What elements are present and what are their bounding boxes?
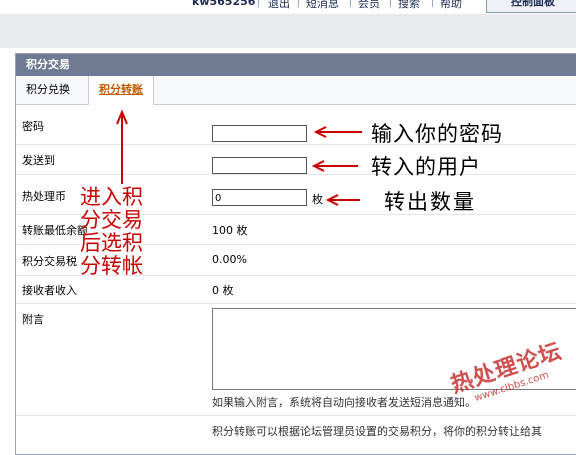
nav-separator [298, 0, 299, 7]
receiver-income-value: 0 枚 [212, 284, 234, 297]
panel-title: 积分交易 [16, 54, 576, 76]
messages-link[interactable]: 短消息 [306, 0, 339, 11]
send-to-input[interactable] [212, 157, 307, 174]
tax-label: 积分交易税 [22, 255, 77, 268]
annotation-line: 后选积 [80, 231, 143, 255]
nav-separator [432, 0, 433, 7]
nav-separator [390, 0, 391, 7]
tab-credit-transfer[interactable]: 积分转账 [88, 76, 154, 105]
annotation-navigate: 进入积 分交易 后选积 分转帐 [80, 186, 143, 278]
nav-separator [350, 0, 351, 7]
currency-label: 热处理币 [22, 190, 66, 203]
min-balance-label: 转账最低余额 [22, 224, 88, 237]
members-link[interactable]: 会员 [358, 0, 380, 11]
username-link[interactable]: kw565256 [192, 0, 255, 8]
currency-amount-input[interactable]: 0 [212, 189, 307, 206]
transfer-description: 积分转账可以根据论坛管理员设置的交易积分，将你的积分转让给其 [212, 425, 542, 438]
annotation-amount: 转出数量 [384, 190, 476, 214]
page-gap [0, 14, 576, 48]
send-to-row: 发送到 [16, 144, 576, 175]
search-link[interactable]: 搜索 [398, 0, 420, 11]
logout-link[interactable]: 退出 [268, 0, 290, 11]
nav-separator [258, 0, 259, 7]
control-panel-button[interactable]: 控制面板 [486, 0, 576, 13]
help-link[interactable]: 帮助 [440, 0, 462, 11]
message-hint: 如果输入附言，系统将自动向接收者发送短消息通知。 [212, 396, 476, 409]
message-label: 附言 [22, 313, 44, 326]
tax-value: 0.00% [212, 253, 247, 266]
receiver-income-row: 接收者收入 0 枚 [16, 275, 576, 304]
send-to-label: 发送到 [22, 154, 55, 167]
tab-credit-exchange[interactable]: 积分兑换 [16, 76, 80, 104]
password-label: 密码 [22, 120, 44, 133]
currency-unit: 枚 [312, 193, 323, 206]
annotation-line: 分转帐 [80, 254, 143, 278]
annotation-password: 输入你的密码 [371, 122, 503, 146]
min-balance-value: 100 枚 [212, 224, 248, 237]
annotation-line: 进入积 [80, 185, 143, 209]
annotation-user: 转入的用户 [371, 155, 481, 179]
receiver-income-label: 接收者收入 [22, 284, 77, 297]
annotation-line: 分交易 [80, 208, 143, 232]
top-nav-bar: kw565256 退出 短消息 会员 搜索 帮助 控制面板 [0, 0, 576, 14]
tab-bar: 积分兑换 积分转账 [16, 76, 576, 105]
password-input[interactable] [212, 125, 307, 142]
